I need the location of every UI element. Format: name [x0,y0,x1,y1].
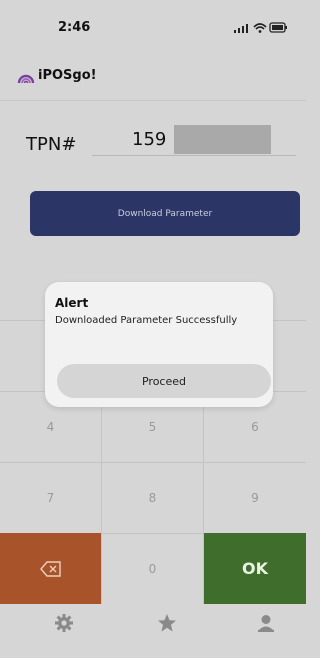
key-9[interactable]: 9 [204,462,306,533]
wifi-icon [253,23,267,33]
tpn-label: TPN# [26,134,77,155]
user-icon[interactable] [256,613,276,633]
key-0[interactable]: 0 [102,533,204,604]
alert-dialog: Alert Downloaded Parameter Successfully … [45,282,273,407]
app-name: iPOSgo! [38,68,97,83]
tab-bar [0,605,306,658]
battery-icon [269,22,287,33]
proceed-button[interactable]: Proceed [57,364,271,398]
alert-title: Alert [55,296,89,310]
logo-icon [17,74,35,84]
key-8[interactable]: 8 [102,462,204,533]
backspace-button[interactable] [0,533,102,604]
settings-icon[interactable] [54,613,74,633]
alert-message: Downloaded Parameter Successfully [55,315,238,326]
backspace-icon [39,560,61,577]
download-parameter-button[interactable]: Download Parameter [30,191,300,236]
status-time: 2:46 [58,20,91,35]
star-icon[interactable] [157,613,177,633]
signal-icon [234,24,248,33]
tpn-redaction [174,125,271,154]
status-icons [234,22,287,33]
ok-button[interactable]: OK [204,533,306,604]
status-bar: 2:46 [0,0,306,55]
key-7[interactable]: 7 [0,462,102,533]
